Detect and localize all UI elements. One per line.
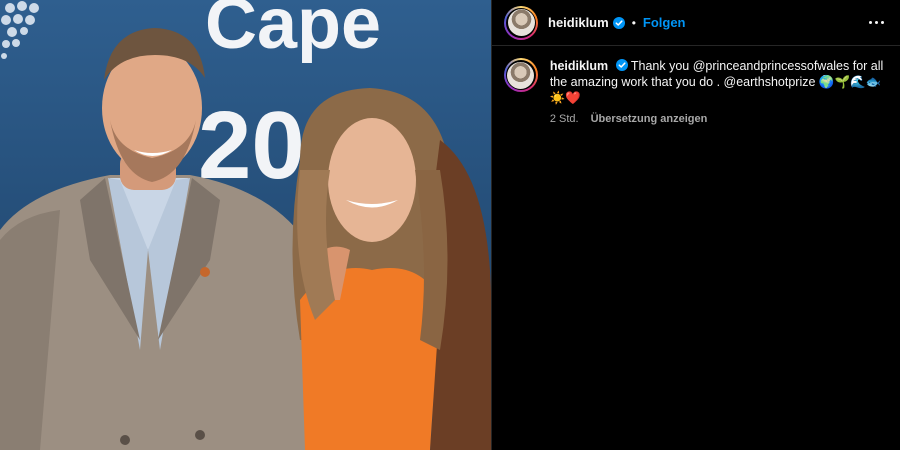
avatar-border <box>506 7 536 38</box>
backdrop-text-top: Cape <box>205 0 381 64</box>
caption-body: heidiklum Thank you @princeandprincessof… <box>550 58 888 125</box>
more-horizontal-icon[interactable] <box>865 17 888 28</box>
separator-dot: • <box>631 15 636 30</box>
post-time[interactable]: 2 Std. <box>550 113 579 125</box>
caption-avatar-border <box>505 60 536 90</box>
avatar[interactable] <box>504 5 538 40</box>
caption-text: heidiklum Thank you @princeandprincessof… <box>550 58 888 106</box>
caption-meta: 2 Std. Übersetzung anzeigen <box>550 113 888 125</box>
follow-button[interactable]: Folgen <box>643 15 686 30</box>
caption-avatar[interactable] <box>504 58 538 92</box>
instagram-post-view: Cape 2024 <box>0 0 900 450</box>
translate-button[interactable]: Übersetzung anzeigen <box>591 113 708 125</box>
caption-comment: heidiklum Thank you @princeandprincessof… <box>492 46 900 125</box>
header-username[interactable]: heidiklum <box>548 15 609 30</box>
photo-illustration: Cape 2024 <box>0 0 491 450</box>
caption-avatar-image <box>507 61 535 89</box>
post-sidebar: heidiklum • Folgen heidiklum Thank you @… <box>491 0 900 450</box>
caption-username[interactable]: heidiklum <box>550 59 608 73</box>
post-photo[interactable]: Cape 2024 <box>0 0 491 450</box>
verified-badge-icon <box>612 16 625 29</box>
caption-verified-badge-icon <box>615 59 628 71</box>
post-header: heidiklum • Folgen <box>492 0 900 46</box>
avatar-image <box>507 9 535 36</box>
